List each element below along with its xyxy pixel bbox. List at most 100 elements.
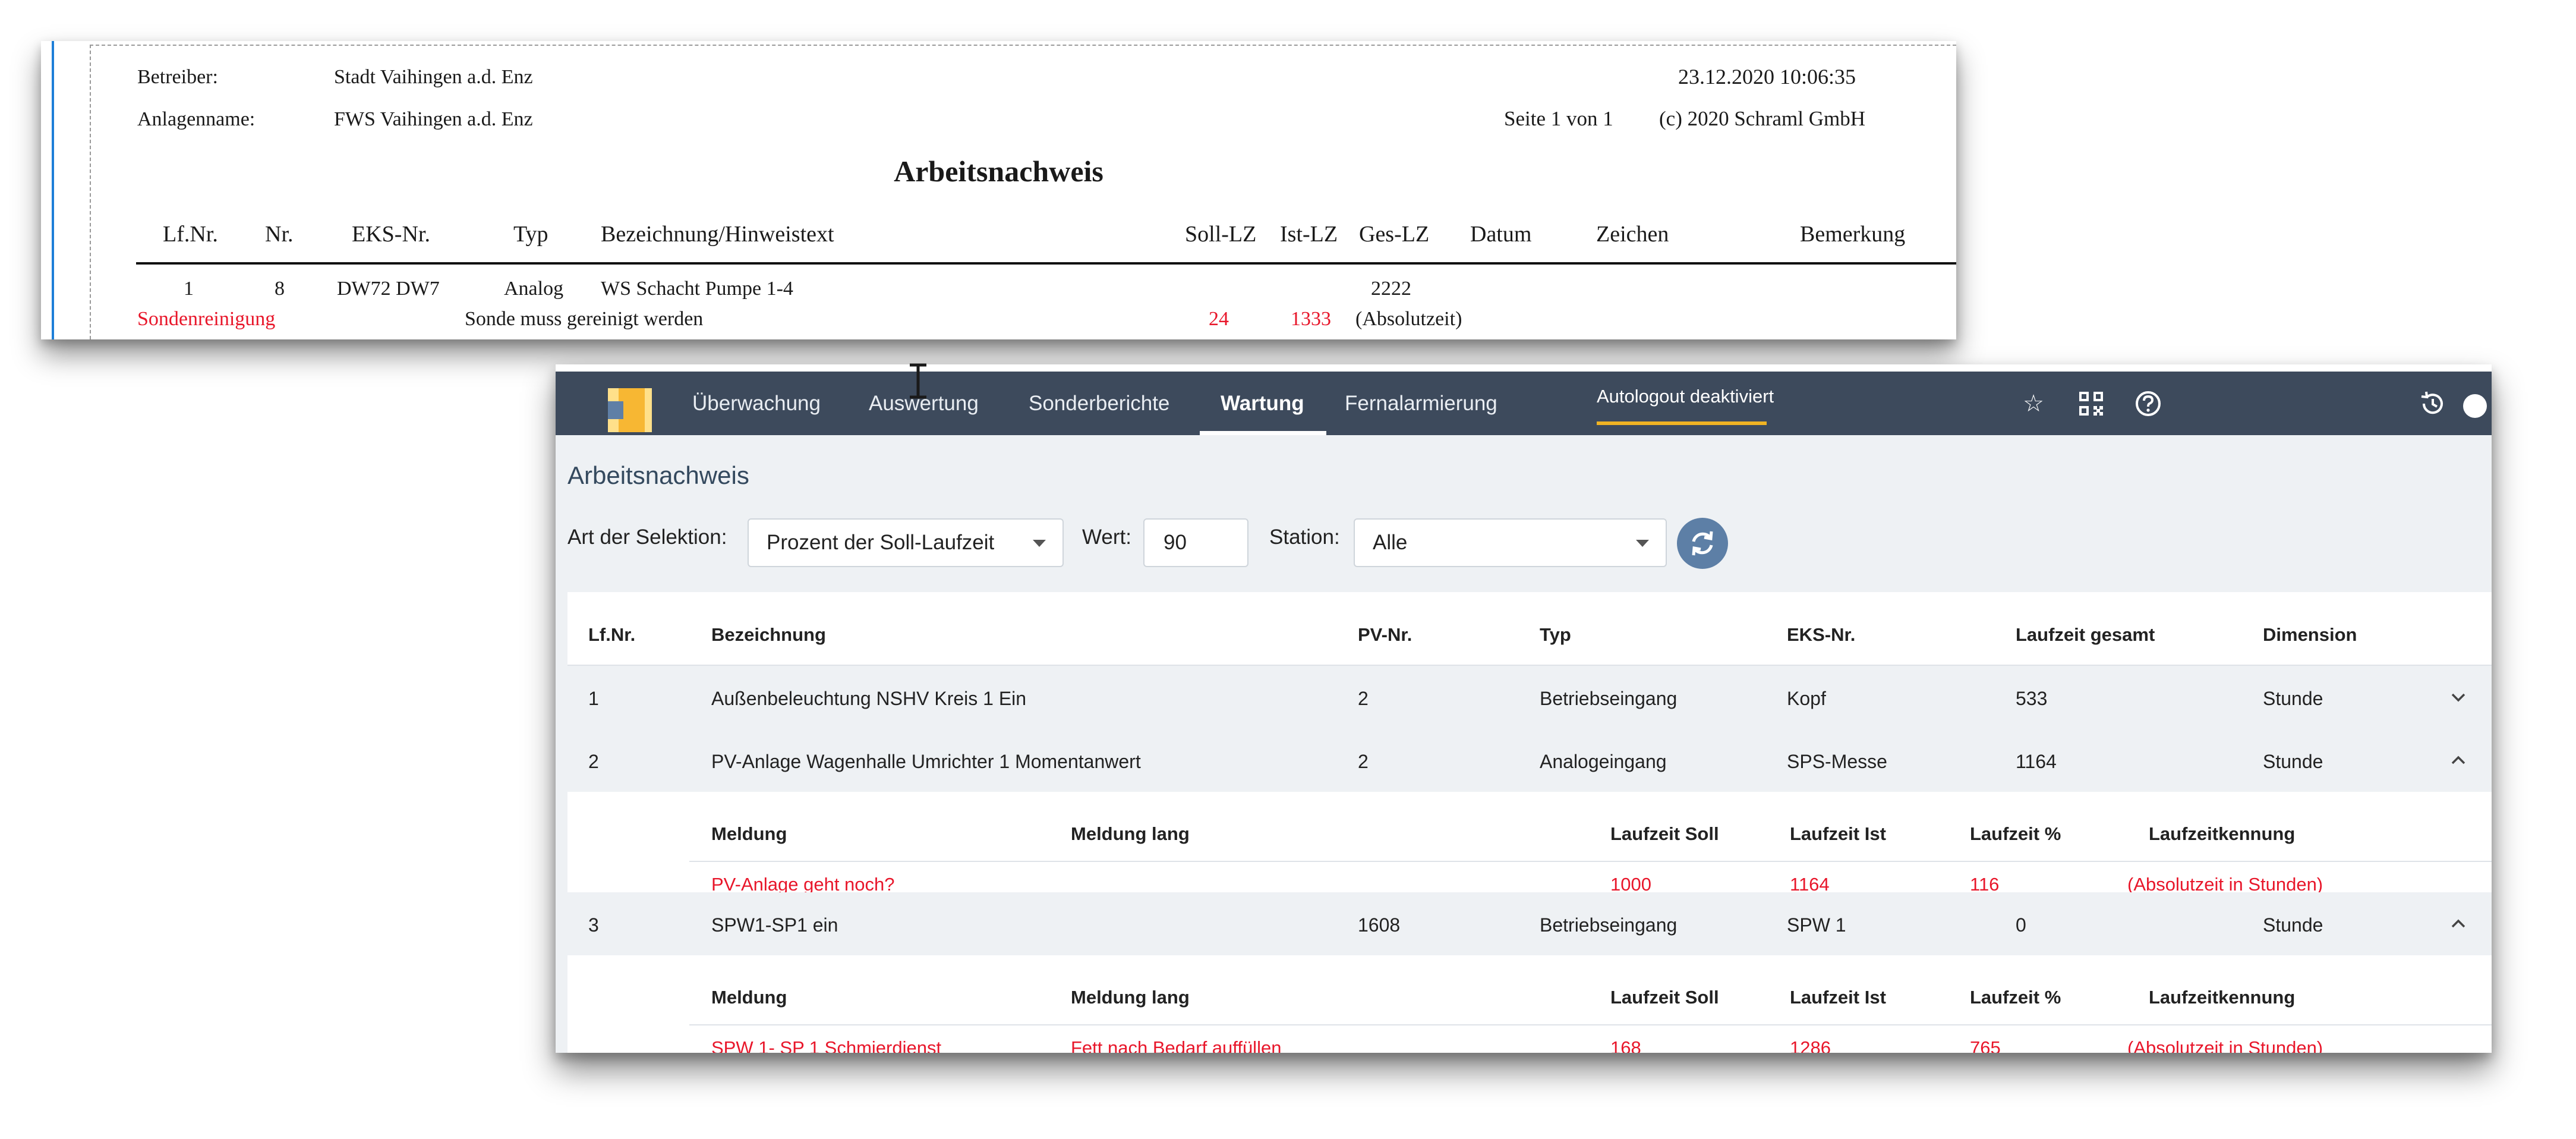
cell-lfnr: 3 [588, 914, 599, 936]
detail-header-meldung-lang: Meldung lang [1071, 987, 1190, 1008]
detail-header-meldung: Meldung [711, 987, 787, 1008]
art-selektion-select[interactable]: Prozent der Soll-Laufzeit [748, 518, 1064, 567]
report-col-lfnr: Lf.Nr. [163, 222, 218, 247]
nav-fernalarmierung[interactable]: Fernalarmierung [1345, 372, 1497, 435]
report-title: Arbeitsnachweis [894, 155, 1103, 188]
cell-laufzeit: 533 [2016, 688, 2048, 709]
report-header-rule [136, 262, 1956, 265]
cell-bezeichnung: PV-Anlage Wagenhalle Umrichter 1 Momenta… [711, 751, 1141, 772]
autologout-toggle[interactable] [2463, 394, 2487, 418]
wert-input[interactable] [1144, 520, 1247, 566]
wert-field[interactable] [1143, 518, 1248, 567]
report-anlagenname-value: FWS Vaihingen a.d. Enz [334, 108, 533, 130]
cell-pvnr: 1608 [1358, 914, 1401, 936]
cell-bezeichnung: Außenbeleuchtung NSHV Kreis 1 Ein [711, 688, 1027, 709]
col-header-typ[interactable]: Typ [1540, 624, 1571, 646]
col-header-lfnr[interactable]: Lf.Nr. [588, 624, 635, 646]
history-icon[interactable] [2418, 389, 2446, 418]
detail-meldung: SPW 1- SP 1 Schmierdienst [711, 1037, 942, 1053]
cell-dimension: Stunde [2263, 751, 2323, 772]
col-header-eksnr[interactable]: EKS-Nr. [1787, 624, 1855, 646]
detail-header-laufzeit-soll: Laufzeit Soll [1610, 823, 1719, 844]
detail-laufzeitkennung: (Absolutzeit in Stunden) [2127, 1037, 2323, 1053]
wert-label: Wert: [1082, 526, 1131, 549]
cell-eksnr: SPS-Messe [1787, 751, 1887, 772]
report-betreiber-label: Betreiber: [137, 66, 218, 88]
detail-header-laufzeit-prozent: Laufzeit % [1970, 823, 2061, 844]
qr-code-icon[interactable] [2077, 389, 2105, 418]
report-row-lfnr: 1 [184, 278, 194, 300]
app-window: Überwachung Auswertung Sonderberichte Wa… [556, 364, 2492, 1053]
detail-meldung-lang: Fett nach Bedarf auffüllen [1071, 1037, 1282, 1053]
chevron-up-icon[interactable] [2449, 915, 2467, 933]
report-betreiber-value: Stadt Vaihingen a.d. Enz [334, 66, 533, 88]
report-sub-kennung: (Absolutzeit) [1355, 308, 1462, 330]
cell-laufzeit: 1164 [2016, 751, 2057, 772]
app-top-strip [556, 364, 2492, 372]
star-icon[interactable]: ☆ [2019, 389, 2048, 418]
app-logo[interactable] [608, 388, 652, 432]
nav-ueberwachung[interactable]: Überwachung [692, 372, 821, 435]
art-selektion-value: Prozent der Soll-Laufzeit [767, 531, 995, 554]
report-row-bezeichnung: WS Schacht Pumpe 1-4 [601, 278, 793, 300]
cell-laufzeit: 0 [2016, 914, 2026, 936]
chevron-down-icon [1636, 540, 1649, 547]
cell-lfnr: 2 [588, 751, 599, 772]
col-header-dimension[interactable]: Dimension [2263, 624, 2357, 646]
report-page-info: Seite 1 von 1 [1504, 107, 1613, 130]
report-col-typ: Typ [513, 222, 548, 247]
cell-bezeichnung: SPW1-SP1 ein [711, 914, 838, 936]
autologout-toggle-label[interactable]: Autologout deaktiviert [1597, 380, 1774, 425]
report-row-typ: Analog [504, 278, 564, 300]
detail-header-meldung-lang: Meldung lang [1071, 823, 1190, 844]
report-anlagenname-label: Anlagenname: [137, 108, 256, 130]
report-col-ges: Ges-LZ [1359, 222, 1430, 247]
table-row[interactable]: 2 PV-Anlage Wagenhalle Umrichter 1 Momen… [567, 729, 2492, 792]
table-row[interactable]: 1 Außenbeleuchtung NSHV Kreis 1 Ein 2 Be… [567, 666, 2492, 729]
detail-laufzeit-soll: 168 [1610, 1037, 1641, 1053]
col-header-bezeichnung[interactable]: Bezeichnung [711, 624, 826, 646]
detail-header-laufzeit-ist: Laufzeit Ist [1790, 823, 1886, 844]
report-col-zeichen: Zeichen [1596, 222, 1669, 247]
report-row-ges: 2222 [1371, 278, 1411, 300]
station-value: Alle [1373, 531, 1408, 554]
table-row[interactable]: 3 SPW1-SP1 ein 1608 Betriebseingang SPW … [567, 892, 2492, 955]
col-header-pvnr[interactable]: PV-Nr. [1358, 624, 1412, 646]
report-col-eks: EKS-Nr. [352, 222, 430, 247]
report-timestamp: 23.12.2020 10:06:35 [1678, 65, 1856, 89]
report-col-nr: Nr. [265, 222, 294, 247]
cell-eksnr: SPW 1 [1787, 914, 1846, 936]
cell-dimension: Stunde [2263, 914, 2323, 936]
report-col-ist: Ist-LZ [1280, 222, 1338, 247]
top-navbar: Überwachung Auswertung Sonderberichte Wa… [556, 372, 2492, 435]
report-row-nr: 8 [275, 278, 285, 300]
detail-header-laufzeitkennung: Laufzeitkennung [2149, 987, 2296, 1008]
nav-wartung[interactable]: Wartung [1221, 372, 1304, 435]
page-title: Arbeitsnachweis [567, 461, 749, 489]
col-header-laufzeit[interactable]: Laufzeit gesamt [2016, 624, 2155, 646]
text-cursor-icon [906, 363, 930, 399]
detail-header-laufzeit-soll: Laufzeit Soll [1610, 987, 1719, 1008]
report-col-bezeichnung: Bezeichnung/Hinweistext [601, 222, 834, 247]
refresh-icon [1692, 531, 1713, 556]
station-select[interactable]: Alle [1354, 518, 1667, 567]
cell-typ: Betriebseingang [1540, 914, 1678, 936]
cell-pvnr: 2 [1358, 751, 1369, 772]
chevron-up-icon[interactable] [2449, 751, 2467, 769]
report-sub-meldung: Sondenreinigung [137, 308, 276, 330]
report-sub-ist: 1333 [1291, 308, 1331, 330]
report-col-bemerkung: Bemerkung [1800, 222, 1906, 247]
station-label: Station: [1269, 526, 1340, 549]
detail-header-laufzeitkennung: Laufzeitkennung [2149, 823, 2296, 844]
nav-sonderberichte[interactable]: Sonderberichte [1029, 372, 1169, 435]
help-icon[interactable] [2134, 389, 2162, 418]
cell-typ: Betriebseingang [1540, 688, 1678, 709]
refresh-button[interactable] [1677, 518, 1728, 569]
detail-laufzeit-ist: 1286 [1790, 1037, 1831, 1053]
detail-laufzeit-prozent: 765 [1970, 1037, 2001, 1053]
report-left-border [52, 41, 54, 339]
report-preview: Betreiber: Stadt Vaihingen a.d. Enz 23.1… [41, 41, 1956, 339]
chevron-down-icon[interactable] [2449, 688, 2467, 706]
report-copyright: (c) 2020 Schraml GmbH [1659, 107, 1866, 130]
report-col-datum: Datum [1470, 222, 1532, 247]
